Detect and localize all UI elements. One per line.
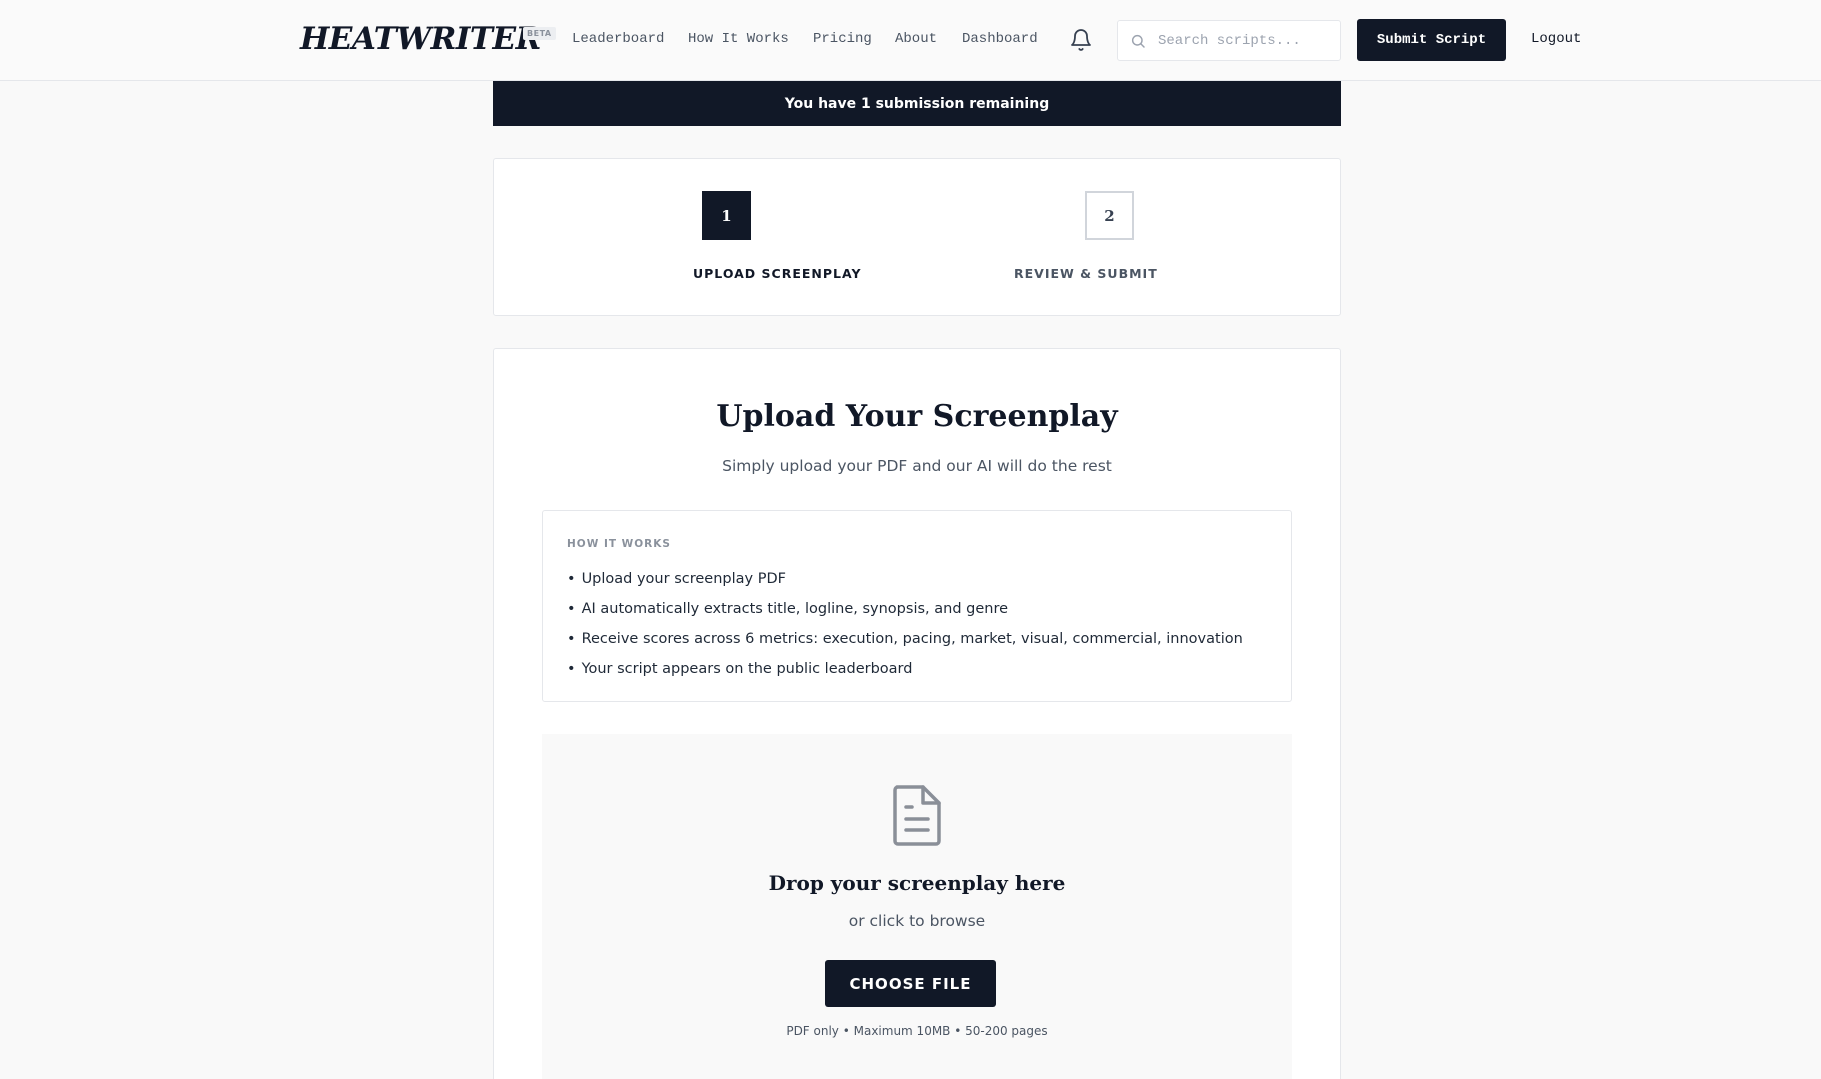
progress-stepper: 1 UPLOAD SCREENPLAY 2 REVIEW & SUBMIT [493, 158, 1341, 316]
file-requirements-note: PDF only • Maximum 10MB • 50-200 pages [786, 1024, 1048, 1038]
site-logo[interactable]: HEATWRITER [300, 20, 541, 58]
how-it-works-title: HOW IT WORKS [567, 538, 671, 550]
list-item: • AI automatically extracts title, loglin… [567, 601, 1009, 617]
nav-link-how-it-works[interactable]: How It Works [688, 30, 789, 48]
logout-link[interactable]: Logout [1531, 31, 1581, 47]
how-it-works-box: HOW IT WORKS • Upload your screenplay PDF… [542, 510, 1292, 702]
list-item: • Your script appears on the public leade… [567, 661, 913, 677]
how-it-works-list: • Upload your screenplay PDF • AI automati… [567, 564, 1243, 684]
dropzone-title: Drop your screenplay here [768, 871, 1066, 895]
nav-link-dashboard[interactable]: Dashboard [962, 30, 1038, 48]
document-icon [889, 783, 945, 847]
list-item-text: Receive scores across 6 metrics: executi… [581, 631, 1243, 647]
nav-link-leaderboard[interactable]: Leaderboard [572, 30, 664, 48]
list-item-text: Your script appears on the public leader… [581, 661, 913, 677]
step-1-label: UPLOAD SCREENPLAY [693, 266, 862, 281]
search-input[interactable] [1158, 29, 1333, 53]
step-2-indicator: 2 [1085, 191, 1134, 240]
file-dropzone[interactable]: Drop your screenplay here or click to br… [542, 734, 1292, 1079]
bell-icon[interactable] [1069, 28, 1093, 52]
submit-script-button[interactable]: Submit Script [1357, 19, 1506, 61]
list-item-text: Upload your screenplay PDF [581, 571, 786, 587]
page-subtitle: Simply upload your PDF and our AI will d… [722, 457, 1112, 475]
nav-link-pricing[interactable]: Pricing [813, 30, 872, 48]
banner-text: You have 1 submission remaining [784, 95, 1050, 112]
nav-link-about[interactable]: About [895, 30, 937, 48]
list-item: • Receive scores across 6 metrics: execut… [567, 631, 1243, 647]
upload-card: Upload Your Screenplay Simply upload you… [493, 348, 1341, 1079]
dropzone-subtitle: or click to browse [848, 912, 986, 930]
search-icon [1130, 33, 1146, 49]
submissions-remaining-banner: You have 1 submission remaining [493, 81, 1341, 126]
list-item: • Upload your screenplay PDF [567, 571, 786, 587]
list-item-text: AI automatically extracts title, logline… [581, 601, 1009, 617]
choose-file-button[interactable]: CHOOSE FILE [825, 960, 996, 1007]
beta-badge: BETA [523, 27, 556, 40]
step-2-label: REVIEW & SUBMIT [1014, 266, 1158, 281]
search-box [1117, 20, 1341, 61]
page-title: Upload Your Screenplay [716, 399, 1118, 434]
step-1-indicator: 1 [702, 191, 751, 240]
top-navigation-bar: HEATWRITER BETA Leaderboard How It Works… [0, 0, 1821, 81]
